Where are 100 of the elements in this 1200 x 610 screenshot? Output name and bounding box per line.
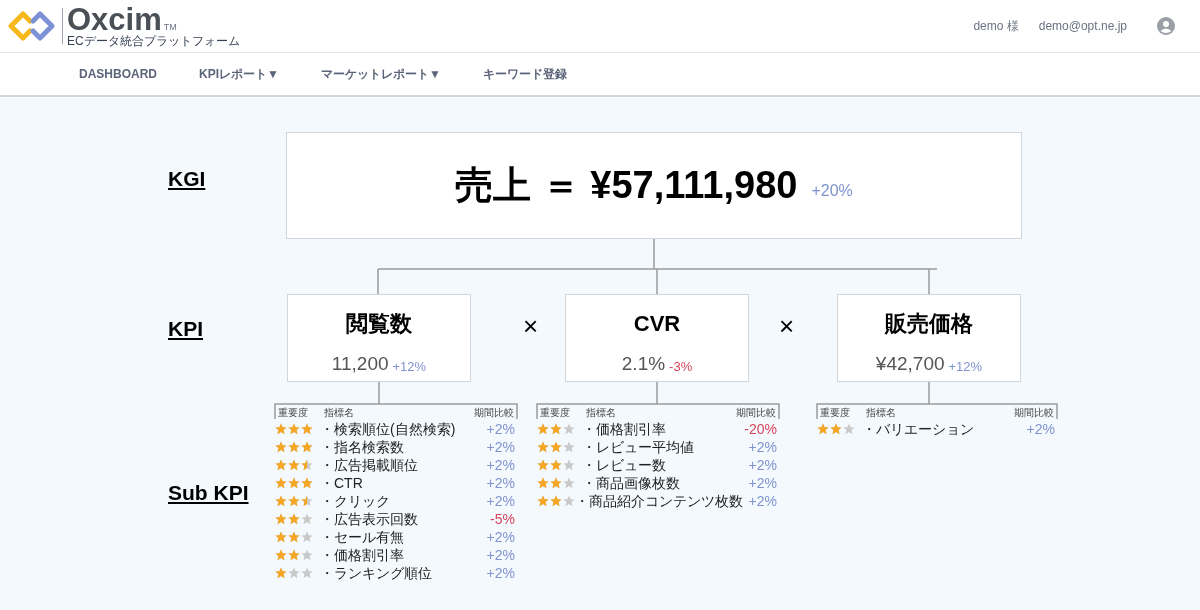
- change-value: -20%: [743, 419, 778, 439]
- metric-name: ・広告表示回数: [320, 509, 419, 529]
- change-value: +2%: [485, 437, 516, 457]
- change-value: -3%: [669, 358, 693, 376]
- change-value: +2%: [485, 455, 516, 475]
- star-icon: [563, 441, 575, 453]
- star-icon: [817, 423, 829, 435]
- user-email: demo@opt.ne.jp: [1038, 18, 1127, 35]
- star-icon: [550, 459, 562, 471]
- metric-name: ・レビュー数: [582, 455, 667, 475]
- kgi-value: 売上 ＝ ¥57,111,980: [455, 163, 798, 208]
- column-header: 重要度: [278, 407, 309, 419]
- kpi-value: 2.1%: [621, 352, 666, 376]
- star-icon: [288, 423, 300, 435]
- column-header: 指標名: [866, 407, 897, 419]
- star-icon: [537, 477, 549, 489]
- metric-name: ・指名検索数: [320, 437, 405, 457]
- change-value: +2%: [485, 491, 516, 511]
- operator-symbol: ×: [523, 310, 539, 343]
- user-name: demo 様: [973, 18, 1019, 35]
- change-value: +12%: [392, 358, 427, 376]
- star-icon: [301, 441, 313, 453]
- metric-name: ・レビュー平均値: [582, 437, 695, 457]
- star-icon: [563, 459, 575, 471]
- star-icon: [288, 531, 300, 543]
- star-icon: [275, 513, 287, 525]
- star-icon: [301, 495, 313, 507]
- star-icon: [843, 423, 855, 435]
- metric-name: ・価格割引率: [582, 419, 667, 439]
- star-icon: [275, 567, 287, 579]
- star-icon: [550, 441, 562, 453]
- change-value: -5%: [489, 509, 516, 529]
- change-value: +2%: [485, 527, 516, 547]
- star-icon: [550, 423, 562, 435]
- star-icon: [537, 441, 549, 453]
- star-icon: [275, 441, 287, 453]
- star-icon: [301, 477, 313, 489]
- metric-name: ・商品画像枚数: [582, 473, 681, 493]
- nav-link[interactable]: キーワード登録: [482, 65, 567, 83]
- change-value: +2%: [485, 473, 516, 493]
- column-header: 期間比較: [474, 407, 514, 419]
- star-icon: [301, 423, 313, 435]
- star-icon: [301, 567, 313, 579]
- logo-text: Oxcim: [67, 4, 162, 35]
- column-header: 指標名: [586, 407, 617, 419]
- level-label: Sub KPI: [168, 480, 249, 506]
- kpi-title: 販売価格: [885, 310, 973, 338]
- column-header: 期間比較: [1014, 407, 1054, 419]
- change-value: +2%: [747, 455, 778, 475]
- column-header: 重要度: [820, 407, 851, 419]
- star-icon: [537, 423, 549, 435]
- star-icon: [301, 531, 313, 543]
- trademark: TM: [163, 21, 177, 34]
- star-icon: [288, 513, 300, 525]
- change-value: +12%: [948, 358, 983, 376]
- star-icon: [537, 495, 549, 507]
- star-icon: [301, 459, 313, 471]
- star-icon: [550, 477, 562, 489]
- metric-name: ・ランキング順位: [320, 563, 433, 583]
- star-icon: [275, 495, 287, 507]
- column-header: 重要度: [540, 407, 571, 419]
- metric-name: ・CTR: [320, 473, 364, 493]
- logo-icon: [8, 11, 58, 41]
- nav-link[interactable]: DASHBOARD: [79, 65, 157, 83]
- star-icon: [830, 423, 842, 435]
- column-header: 指標名: [324, 407, 355, 419]
- star-icon: [563, 477, 575, 489]
- star-icon: [275, 531, 287, 543]
- kpi-title: CVR: [633, 310, 681, 338]
- kpi-value: 11,200: [331, 352, 389, 376]
- star-icon: [275, 477, 287, 489]
- star-icon: [275, 459, 287, 471]
- star-icon: [563, 423, 575, 435]
- change-value: +2%: [485, 563, 516, 583]
- star-icon: [275, 549, 287, 561]
- star-icon: [288, 495, 300, 507]
- kpi-value: ¥42,700: [875, 352, 945, 376]
- star-icon: [288, 567, 300, 579]
- change-value: +2%: [747, 491, 778, 511]
- metric-name: ・セール有無: [320, 527, 405, 547]
- change-value: +2%: [747, 437, 778, 457]
- metric-name: ・クリック: [320, 491, 391, 511]
- star-icon: [563, 495, 575, 507]
- star-icon: [288, 477, 300, 489]
- star-icon: [288, 459, 300, 471]
- nav-link[interactable]: KPIレポート▼: [199, 65, 279, 83]
- user-icon[interactable]: [1157, 17, 1175, 35]
- change-value: +20%: [811, 180, 853, 201]
- metric-name: ・広告掲載順位: [320, 455, 419, 475]
- column-header: 期間比較: [736, 407, 776, 419]
- nav-link[interactable]: マーケットレポート▼: [320, 65, 441, 83]
- metric-name: ・バリエーション: [862, 419, 975, 439]
- star-icon: [288, 549, 300, 561]
- change-value: +2%: [485, 419, 516, 439]
- operator-symbol: ×: [779, 310, 795, 343]
- star-icon: [275, 423, 287, 435]
- change-value: +2%: [1025, 419, 1056, 439]
- star-icon: [550, 495, 562, 507]
- star-icon: [301, 513, 313, 525]
- change-value: +2%: [485, 545, 516, 565]
